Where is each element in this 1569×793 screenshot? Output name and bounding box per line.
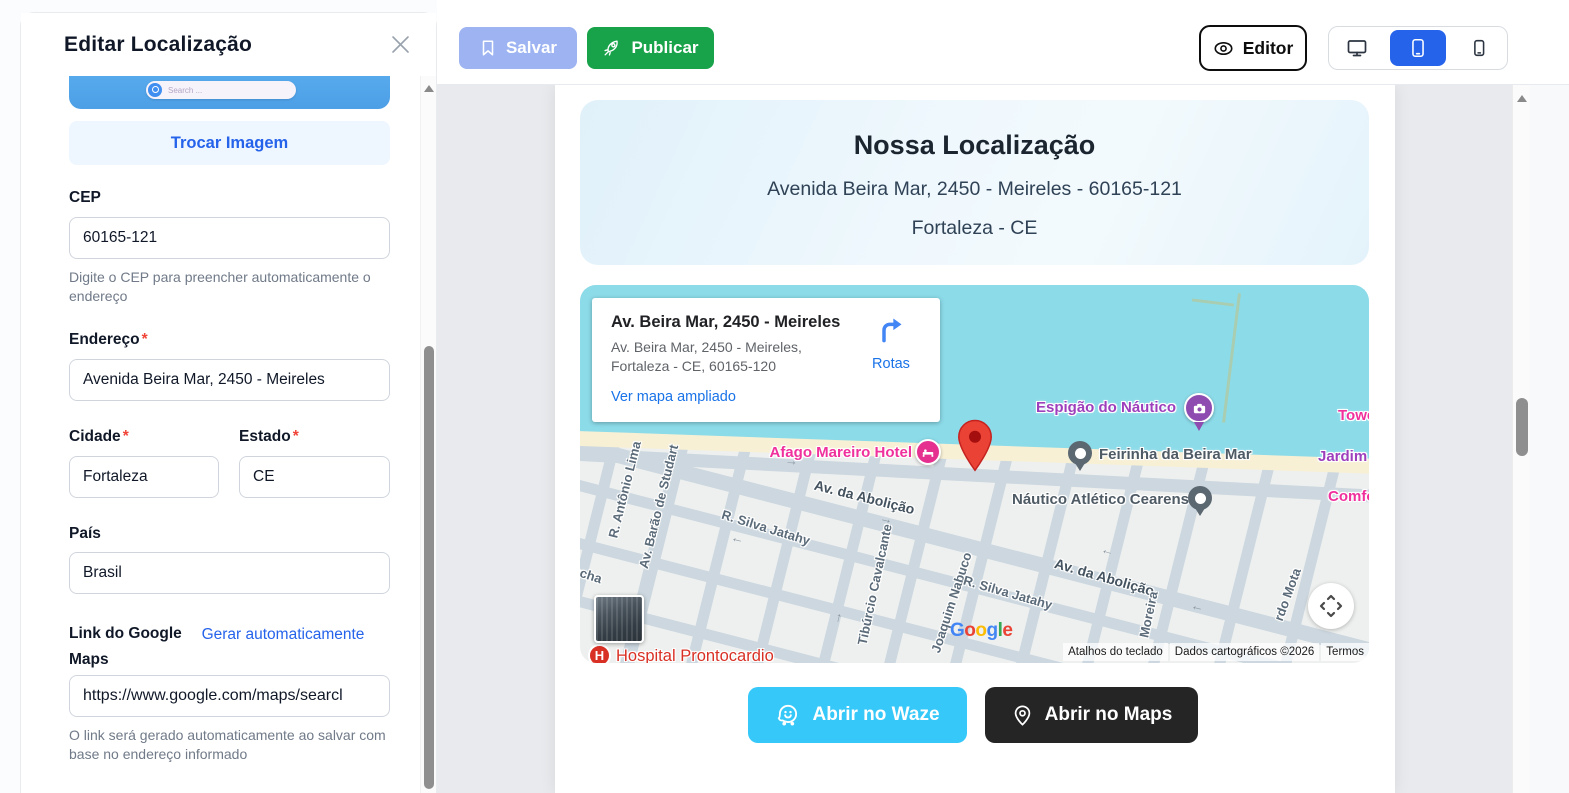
google-map-embed[interactable]: → → → → → → R. Antônio Lima Av. Barão de… [580,285,1369,663]
search-placeholder: Search ... [168,85,203,95]
poi-pin-icon[interactable] [1068,441,1092,471]
open-in-waze-button[interactable]: Abrir no Waze [748,687,967,743]
sidebar-scrollbar[interactable] [420,76,436,793]
satellite-view-thumbnail[interactable] [594,595,644,643]
google-logo: Google [950,620,1013,641]
editor-toolbar: Salvar Publicar Editor [437,0,1569,85]
poi-pin-icon[interactable] [1188,486,1212,516]
required-mark: * [122,428,129,445]
poi-jardim-label[interactable]: Jardim Jap [1318,448,1369,465]
open-in-maps-button[interactable]: Abrir no Maps [985,687,1198,743]
panel-title: Editar Localização [64,32,252,56]
section-title: Nossa Localização [853,130,1096,160]
map-info-card: Av. Beira Mar, 2450 - Meireles Av. Beira… [592,298,940,422]
location-heading-card: Nossa Localização Avenida Beira Mar, 245… [580,100,1369,265]
pais-input[interactable] [69,552,390,594]
map-attribution: Atalhos do teclado Dados cartográficos ©… [1063,643,1369,661]
address-line: Avenida Beira Mar, 2450 - Meireles - 601… [767,178,1182,200]
required-mark: * [141,331,148,348]
site-preview-panel: Nossa Localização Avenida Beira Mar, 245… [555,85,1395,793]
city-line: Fortaleza - CE [911,217,1038,239]
maps-link-helper: O link será gerado automaticamente ao sa… [69,727,386,762]
tablet-icon [1412,38,1424,58]
map-data-label: Dados cartográficos ©2026 [1169,643,1320,661]
map-pin-icon [1014,705,1030,726]
required-mark: * [292,428,299,445]
pais-label: País [69,525,101,542]
keyboard-shortcuts-link[interactable]: Atalhos do teclado [1063,643,1168,661]
main-scrollbar-thumb[interactable] [1516,398,1528,456]
window-right-margin [1530,85,1569,793]
panel-header: Editar Localização [21,13,436,76]
desktop-icon [1347,40,1367,57]
scroll-up-arrow-icon[interactable] [1517,95,1527,102]
road-arrow: → [728,533,745,552]
camera-pin-icon[interactable] [1184,393,1214,431]
directions-label: Rotas [872,356,910,372]
cep-label: CEP [69,189,101,206]
hotel-pin-icon[interactable] [915,439,941,465]
poi-afago-label[interactable]: Afago Mareiro Hotel [740,444,912,461]
editor-toggle-button[interactable]: Editor [1199,25,1307,71]
poi-towers-label[interactable]: Towers [1338,407,1369,424]
endereco-label: Endereço * [69,331,148,348]
main-scrollbar[interactable] [1512,85,1530,793]
info-card-address: Av. Beira Mar, 2450 - Meireles, Fortalez… [611,339,802,374]
poi-feirinha-label[interactable]: Feirinha da Beira Mar [1099,446,1252,463]
terms-link[interactable]: Termos [1321,643,1369,661]
generate-automatically-link[interactable]: Gerar automaticamente [191,622,375,648]
device-preview-switcher [1328,26,1508,70]
waze-icon [778,704,798,726]
estado-input[interactable] [239,456,390,498]
device-phone-button[interactable] [1451,27,1507,69]
maps-link-label: Link do Google Maps [69,625,182,668]
sidebar-scrollbar-thumb[interactable] [424,346,434,789]
location-marker-icon[interactable] [957,419,993,478]
estado-label: Estado * [239,428,299,445]
directions-button[interactable]: Rotas [858,313,924,422]
close-icon[interactable] [391,35,410,54]
maps-link-input[interactable] [69,675,390,717]
scroll-up-arrow-icon[interactable] [424,85,434,92]
section-image-preview: Search ... [69,76,390,109]
preview-search-pill: Search ... [146,81,296,99]
rocket-icon [604,40,619,56]
road-arrow: → [1188,601,1205,620]
cidade-label: Cidade * [69,428,129,445]
device-tablet-button-active[interactable] [1390,30,1446,66]
endereco-input[interactable] [69,359,390,401]
cidade-input[interactable] [69,456,219,498]
info-card-title: Av. Beira Mar, 2450 - Meireles [611,313,841,331]
directions-icon [882,318,902,343]
pan-arrows-icon [1319,594,1343,618]
bookmark-icon [482,40,494,56]
phone-icon [1474,39,1485,57]
cep-helper: Digite o CEP para preencher automaticame… [69,269,371,304]
hospital-pin-icon[interactable]: H [588,644,611,663]
search-icon [148,83,162,97]
change-image-button[interactable]: Trocar Imagem [69,121,390,165]
cep-input[interactable] [69,217,390,259]
eye-icon [1214,41,1233,55]
poi-espigao-label[interactable]: Espigão do Náutico [980,399,1176,416]
poi-hospital-label[interactable]: Hospital Prontocardio [616,647,774,663]
poi-nautico-label[interactable]: Náutico Atlético Cearense [1012,491,1197,508]
poi-comfort-label[interactable]: Comfort H [1328,488,1369,505]
preview-canvas: Nossa Localização Avenida Beira Mar, 245… [437,85,1512,793]
pan-control-button[interactable] [1308,583,1354,629]
device-desktop-button[interactable] [1329,27,1385,69]
view-larger-map-link[interactable]: Ver mapa ampliado [611,389,858,405]
publish-button[interactable]: Publicar [587,27,714,69]
edit-location-panel: Editar Localização Search ... Trocar Ima… [20,12,437,793]
save-button[interactable]: Salvar [459,27,577,69]
